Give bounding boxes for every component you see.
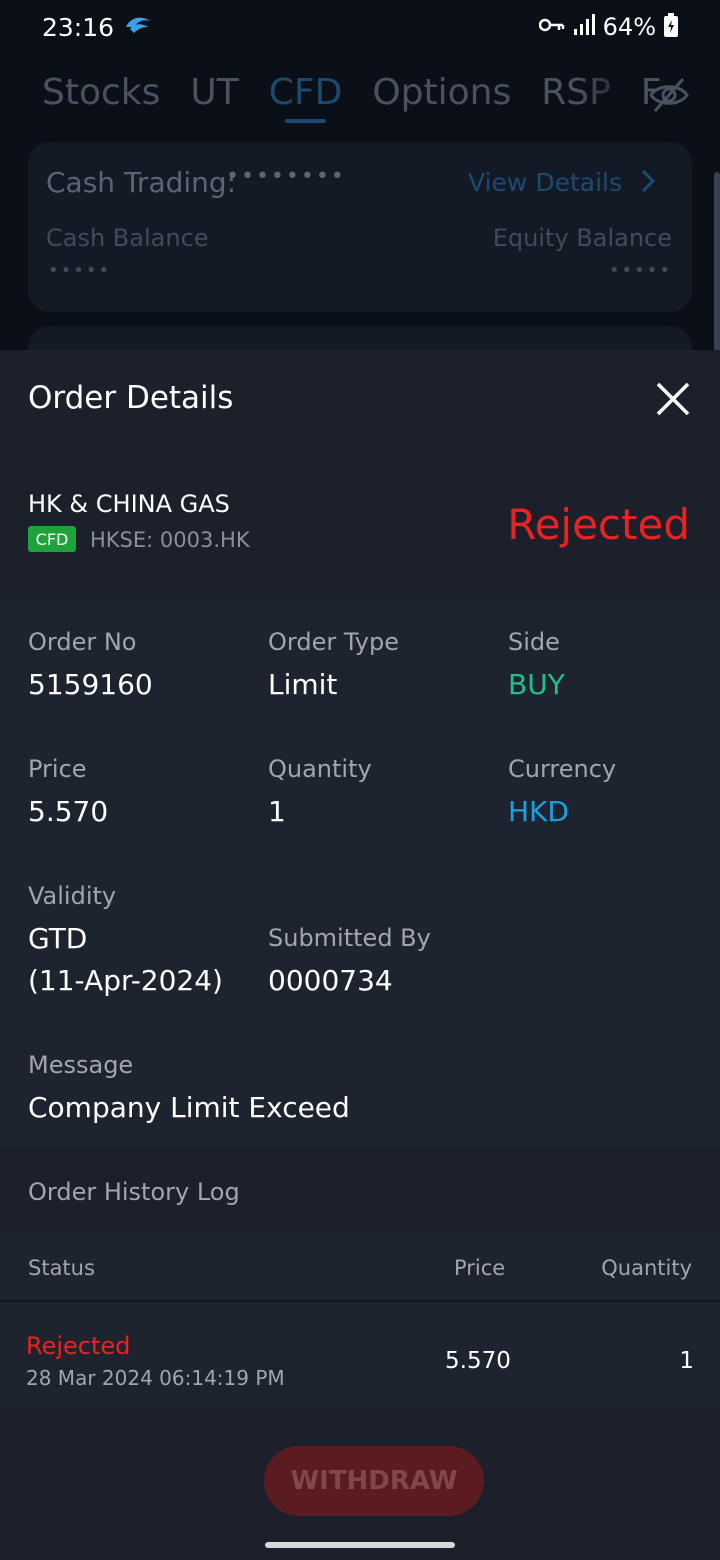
- history-title: Order History Log: [28, 1178, 240, 1206]
- price-label: Price: [28, 755, 87, 783]
- history-table-header: Status Price Quantity: [0, 1234, 720, 1302]
- history-row-price: 5.570: [445, 1348, 511, 1374]
- price-value: 5.570: [28, 795, 109, 828]
- field-order-type: Order Type Limit: [268, 628, 399, 706]
- validity-value: GTD (11-Apr-2024): [28, 918, 223, 1002]
- order-status: Rejected: [507, 500, 690, 549]
- status-time: 23:16: [42, 12, 115, 42]
- order-no-label: Order No: [28, 628, 137, 656]
- tabs-fade: [580, 64, 640, 124]
- order-type-label: Order Type: [268, 628, 399, 656]
- cash-balance-label: Cash Balance: [46, 224, 209, 252]
- account-summary-card: Cash Trading: •••••••• View Details Cash…: [28, 142, 692, 312]
- field-price: Price 5.570: [28, 755, 108, 833]
- quantity-value: 1: [268, 795, 286, 828]
- quantity-label: Quantity: [268, 755, 372, 783]
- cash-trading-mask: ••••••••: [226, 164, 346, 189]
- instrument-header: HK & CHINA GAS CFD HKSE: 0003.HK Rejecte…: [0, 450, 720, 598]
- submitted-by-label: Submitted By: [268, 924, 431, 952]
- history-row: Rejected 28 Mar 2024 06:14:19 PM 5.570 1: [0, 1302, 720, 1410]
- hide-balance-eye-icon[interactable]: [648, 74, 690, 120]
- history-title-bar: Order History Log: [0, 1148, 720, 1234]
- product-tabs: Stocks UT CFD Options RSP F: [42, 72, 662, 123]
- instrument-name: HK & CHINA GAS: [28, 490, 230, 518]
- status-bar: 23:16 64%: [0, 0, 720, 54]
- gesture-nav-handle[interactable]: [265, 1542, 455, 1548]
- order-no-value: 5159160: [28, 668, 153, 701]
- field-message: Message Company Limit Exceed: [28, 1051, 350, 1129]
- sheet-header: Order Details: [0, 350, 720, 450]
- history-row-status: Rejected: [26, 1332, 131, 1360]
- field-order-no: Order No 5159160: [28, 628, 153, 706]
- tab-cfd[interactable]: CFD: [269, 72, 342, 123]
- cfd-badge: CFD: [28, 526, 76, 552]
- currency-label: Currency: [508, 755, 617, 783]
- signal-icon: [573, 14, 595, 40]
- currency-value: HKD: [508, 795, 569, 828]
- validity-label: Validity: [28, 882, 117, 910]
- history-row-quantity: 1: [679, 1348, 694, 1374]
- order-details-sheet: Order Details HK & CHINA GAS CFD HKSE: 0…: [0, 350, 720, 1560]
- order-detail-fields: Order No 5159160 Order Type Limit Side B…: [0, 598, 720, 1148]
- tab-options[interactable]: Options: [372, 72, 511, 113]
- field-currency: Currency HKD: [508, 755, 616, 833]
- side-label: Side: [508, 628, 560, 656]
- equity-balance-mask: •••••: [608, 260, 672, 281]
- instrument-code: HKSE: 0003.HK: [90, 528, 250, 552]
- field-submitted-by: Submitted By 0000734: [268, 924, 431, 1002]
- withdraw-button[interactable]: WITHDRAW: [264, 1446, 484, 1516]
- tab-stocks[interactable]: Stocks: [42, 72, 160, 113]
- background-app: Stocks UT CFD Options RSP F Cash Trading…: [0, 54, 720, 386]
- vpn-key-icon: [538, 16, 565, 38]
- chevron-right-icon: [640, 168, 656, 198]
- cash-trading-label: Cash Trading:: [46, 166, 237, 199]
- equity-balance-label: Equity Balance: [492, 224, 672, 252]
- validity-date: (11-Apr-2024): [28, 964, 223, 997]
- cash-balance-mask: •••••: [48, 260, 112, 281]
- validity-type: GTD: [28, 922, 88, 955]
- history-row-time: 28 Mar 2024 06:14:19 PM: [26, 1366, 285, 1390]
- message-label: Message: [28, 1051, 134, 1079]
- order-type-value: Limit: [268, 668, 338, 701]
- history-header-quantity: Quantity: [601, 1256, 692, 1280]
- notification-app-icon: [124, 15, 152, 39]
- battery-charging-icon: [664, 13, 678, 41]
- field-quantity: Quantity 1: [268, 755, 372, 833]
- history-header-status: Status: [28, 1256, 95, 1280]
- field-side: Side BUY: [508, 628, 565, 706]
- submitted-by-value: 0000734: [268, 964, 393, 997]
- message-value: Company Limit Exceed: [28, 1091, 350, 1124]
- battery-percent: 64%: [602, 13, 656, 41]
- field-validity: Validity GTD (11-Apr-2024): [28, 882, 223, 1002]
- view-details-link[interactable]: View Details: [468, 168, 622, 197]
- history-header-price: Price: [454, 1256, 506, 1280]
- close-icon[interactable]: [648, 374, 698, 424]
- sheet-title: Order Details: [28, 380, 234, 416]
- side-value: BUY: [508, 668, 565, 701]
- tab-ut[interactable]: UT: [190, 72, 238, 113]
